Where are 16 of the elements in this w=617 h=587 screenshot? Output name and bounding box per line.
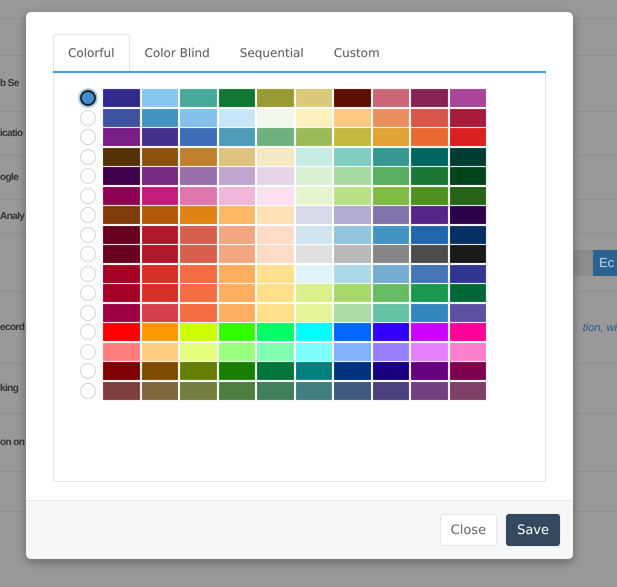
label: king bbox=[0, 383, 18, 394]
edit-button[interactable]: Ec bbox=[593, 250, 617, 276]
label: ecord bbox=[0, 322, 24, 333]
label: on on bbox=[0, 437, 24, 448]
save-button[interactable]: Save bbox=[506, 514, 560, 546]
tab[interactable]: Sequential bbox=[224, 34, 319, 71]
label: b Se bbox=[0, 78, 19, 89]
radio-button[interactable] bbox=[80, 90, 96, 106]
tab[interactable]: Colorful bbox=[53, 34, 130, 71]
control-background bbox=[573, 250, 593, 276]
tab[interactable]: Color Blind bbox=[130, 34, 225, 71]
tab[interactable]: Custom bbox=[318, 34, 395, 71]
label: icatio bbox=[0, 128, 23, 139]
close-button[interactable]: Close bbox=[440, 514, 498, 546]
label: Analy bbox=[0, 211, 24, 222]
label: ogle bbox=[0, 172, 18, 183]
